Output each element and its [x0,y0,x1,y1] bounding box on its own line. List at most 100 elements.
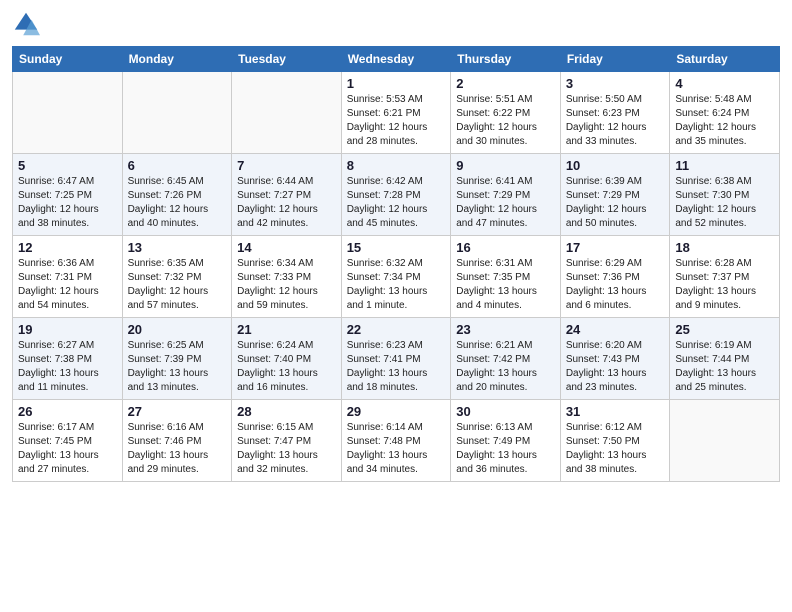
calendar-week-row: 5Sunrise: 6:47 AM Sunset: 7:25 PM Daylig… [13,154,780,236]
day-number: 12 [18,240,117,255]
day-number: 10 [566,158,665,173]
calendar-cell: 4 Sunrise: 5:48 AM Sunset: 6:24 PM Daylig… [670,72,780,154]
weekday-header: Friday [560,47,670,72]
day-info: Sunrise: 6:31 AM Sunset: 7:35 PM Dayligh… [456,257,555,313]
calendar-cell: 22 Sunrise: 6:23 AM Sunset: 7:41 PM Dayli… [341,318,451,400]
day-number: 22 [347,322,446,337]
day-info: Sunrise: 6:42 AM Sunset: 7:28 PM Dayligh… [347,175,446,231]
day-info: Sunrise: 6:21 AM Sunset: 7:42 PM Dayligh… [456,339,555,395]
day-number: 28 [237,404,336,419]
day-number: 18 [675,240,774,255]
weekday-header: Tuesday [232,47,342,72]
day-number: 23 [456,322,555,337]
day-info: Sunrise: 6:28 AM Sunset: 7:37 PM Dayligh… [675,257,774,313]
logo [12,10,42,38]
day-number: 11 [675,158,774,173]
day-info: Sunrise: 6:38 AM Sunset: 7:30 PM Dayligh… [675,175,774,231]
day-number: 8 [347,158,446,173]
day-number: 1 [347,76,446,91]
day-info: Sunrise: 6:41 AM Sunset: 7:29 PM Dayligh… [456,175,555,231]
calendar-cell: 21Sunrise: 6:24 AM Sunset: 7:40 PM Dayli… [232,318,342,400]
day-number: 20 [128,322,227,337]
calendar-cell: 19Sunrise: 6:27 AM Sunset: 7:38 PM Dayli… [13,318,123,400]
calendar-cell: 14 Sunrise: 6:34 AM Sunset: 7:33 PM Dayli… [232,236,342,318]
weekday-header: Thursday [451,47,561,72]
calendar-week-row: 19Sunrise: 6:27 AM Sunset: 7:38 PM Dayli… [13,318,780,400]
day-info: Sunrise: 5:51 AM Sunset: 6:22 PM Dayligh… [456,93,555,149]
day-number: 6 [128,158,227,173]
calendar-table: SundayMondayTuesdayWednesdayThursdayFrid… [12,46,780,482]
calendar-cell: 31 Sunrise: 6:12 AM Sunset: 7:50 PM Dayli… [560,400,670,482]
day-number: 24 [566,322,665,337]
day-number: 26 [18,404,117,419]
day-number: 7 [237,158,336,173]
day-info: Sunrise: 6:29 AM Sunset: 7:36 PM Dayligh… [566,257,665,313]
calendar-cell: 13 Sunrise: 6:35 AM Sunset: 7:32 PM Dayli… [122,236,232,318]
day-info: Sunrise: 6:45 AM Sunset: 7:26 PM Dayligh… [128,175,227,231]
day-number: 25 [675,322,774,337]
day-number: 3 [566,76,665,91]
day-info: Sunrise: 6:39 AM Sunset: 7:29 PM Dayligh… [566,175,665,231]
calendar-cell [670,400,780,482]
day-number: 16 [456,240,555,255]
day-info: Sunrise: 6:14 AM Sunset: 7:48 PM Dayligh… [347,421,446,477]
day-info: Sunrise: 6:19 AM Sunset: 7:44 PM Dayligh… [675,339,774,395]
day-info: Sunrise: 6:15 AM Sunset: 7:47 PM Dayligh… [237,421,336,477]
calendar-cell: 2 Sunrise: 5:51 AM Sunset: 6:22 PM Daylig… [451,72,561,154]
calendar-cell: 29 Sunrise: 6:14 AM Sunset: 7:48 PM Dayli… [341,400,451,482]
day-info: Sunrise: 6:34 AM Sunset: 7:33 PM Dayligh… [237,257,336,313]
day-number: 31 [566,404,665,419]
day-info: Sunrise: 5:53 AM Sunset: 6:21 PM Dayligh… [347,93,446,149]
calendar-cell: 27Sunrise: 6:16 AM Sunset: 7:46 PM Dayli… [122,400,232,482]
day-number: 19 [18,322,117,337]
calendar-cell: 17Sunrise: 6:29 AM Sunset: 7:36 PM Dayli… [560,236,670,318]
calendar-cell [232,72,342,154]
calendar-cell: 8 Sunrise: 6:42 AM Sunset: 7:28 PM Daylig… [341,154,451,236]
calendar-cell: 12 Sunrise: 6:36 AM Sunset: 7:31 PM Dayli… [13,236,123,318]
day-number: 13 [128,240,227,255]
calendar-cell: 11 Sunrise: 6:38 AM Sunset: 7:30 PM Dayli… [670,154,780,236]
day-number: 15 [347,240,446,255]
day-info: Sunrise: 6:36 AM Sunset: 7:31 PM Dayligh… [18,257,117,313]
logo-icon [12,10,40,38]
day-number: 21 [237,322,336,337]
day-number: 30 [456,404,555,419]
day-number: 2 [456,76,555,91]
day-number: 9 [456,158,555,173]
day-info: Sunrise: 6:35 AM Sunset: 7:32 PM Dayligh… [128,257,227,313]
day-info: Sunrise: 6:12 AM Sunset: 7:50 PM Dayligh… [566,421,665,477]
day-info: Sunrise: 6:23 AM Sunset: 7:41 PM Dayligh… [347,339,446,395]
day-info: Sunrise: 5:48 AM Sunset: 6:24 PM Dayligh… [675,93,774,149]
calendar-cell: 30Sunrise: 6:13 AM Sunset: 7:49 PM Dayli… [451,400,561,482]
calendar-week-row: 26 Sunrise: 6:17 AM Sunset: 7:45 PM Dayli… [13,400,780,482]
day-info: Sunrise: 6:32 AM Sunset: 7:34 PM Dayligh… [347,257,446,313]
calendar-cell: 24Sunrise: 6:20 AM Sunset: 7:43 PM Dayli… [560,318,670,400]
day-info: Sunrise: 6:47 AM Sunset: 7:25 PM Dayligh… [18,175,117,231]
page-container: SundayMondayTuesdayWednesdayThursdayFrid… [0,0,792,492]
weekday-header: Saturday [670,47,780,72]
calendar-cell: 9 Sunrise: 6:41 AM Sunset: 7:29 PM Daylig… [451,154,561,236]
day-info: Sunrise: 5:50 AM Sunset: 6:23 PM Dayligh… [566,93,665,149]
calendar-cell: 25 Sunrise: 6:19 AM Sunset: 7:44 PM Dayli… [670,318,780,400]
weekday-header: Monday [122,47,232,72]
day-number: 14 [237,240,336,255]
weekday-header-row: SundayMondayTuesdayWednesdayThursdayFrid… [13,47,780,72]
calendar-week-row: 1 Sunrise: 5:53 AM Sunset: 6:21 PM Daylig… [13,72,780,154]
calendar-cell: 18 Sunrise: 6:28 AM Sunset: 7:37 PM Dayli… [670,236,780,318]
day-info: Sunrise: 6:44 AM Sunset: 7:27 PM Dayligh… [237,175,336,231]
calendar-cell: 26 Sunrise: 6:17 AM Sunset: 7:45 PM Dayli… [13,400,123,482]
calendar-cell: 23 Sunrise: 6:21 AM Sunset: 7:42 PM Dayli… [451,318,561,400]
day-info: Sunrise: 6:17 AM Sunset: 7:45 PM Dayligh… [18,421,117,477]
calendar-cell: 10 Sunrise: 6:39 AM Sunset: 7:29 PM Dayli… [560,154,670,236]
calendar-cell: 28 Sunrise: 6:15 AM Sunset: 7:47 PM Dayli… [232,400,342,482]
calendar-cell: 7 Sunrise: 6:44 AM Sunset: 7:27 PM Daylig… [232,154,342,236]
calendar-cell: 15 Sunrise: 6:32 AM Sunset: 7:34 PM Dayli… [341,236,451,318]
day-number: 29 [347,404,446,419]
weekday-header: Wednesday [341,47,451,72]
calendar-cell: 3 Sunrise: 5:50 AM Sunset: 6:23 PM Daylig… [560,72,670,154]
day-number: 4 [675,76,774,91]
weekday-header: Sunday [13,47,123,72]
header [12,10,780,38]
calendar-cell: 20Sunrise: 6:25 AM Sunset: 7:39 PM Dayli… [122,318,232,400]
calendar-week-row: 12 Sunrise: 6:36 AM Sunset: 7:31 PM Dayli… [13,236,780,318]
